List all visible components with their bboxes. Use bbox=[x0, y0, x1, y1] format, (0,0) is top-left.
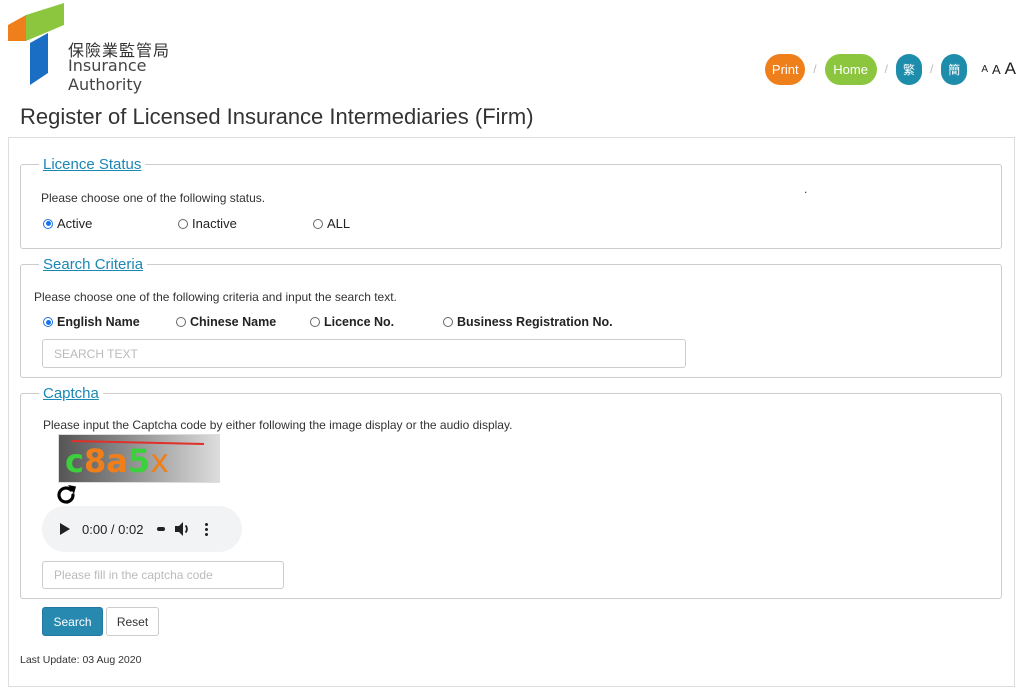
captcha-hint: Please input the Captcha code by either … bbox=[43, 418, 513, 432]
search-criteria-options: English Name Chinese Name Licence No. Bu… bbox=[43, 315, 613, 329]
font-size-large-button[interactable]: A bbox=[1005, 59, 1016, 79]
audio-time: 0:00 / 0:02 bbox=[82, 521, 144, 537]
radio-chinese-name[interactable]: Chinese Name bbox=[176, 315, 310, 329]
radio-english-name[interactable]: English Name bbox=[43, 315, 176, 329]
stray-dot: . bbox=[804, 182, 808, 196]
captcha-audio-player[interactable]: 0:00 / 0:02 bbox=[42, 506, 242, 552]
licence-status-hint: Please choose one of the following statu… bbox=[41, 191, 266, 205]
search-button[interactable]: Search bbox=[42, 607, 103, 636]
simplified-chinese-button[interactable]: 簡 bbox=[941, 53, 968, 85]
radio-label: Chinese Name bbox=[190, 315, 277, 329]
search-text-input[interactable]: SEARCH TEXT bbox=[42, 339, 686, 368]
radio-indicator[interactable] bbox=[310, 317, 320, 327]
last-update-text: Last Update: 03 Aug 2020 bbox=[20, 654, 142, 666]
search-criteria-hint: Please choose one of the following crite… bbox=[34, 290, 397, 304]
radio-label: Inactive bbox=[192, 216, 237, 231]
radio-indicator[interactable] bbox=[43, 218, 53, 229]
captcha-text: c8a5x bbox=[65, 442, 169, 480]
radio-label: Active bbox=[57, 216, 93, 231]
font-size-small-button[interactable]: A bbox=[981, 64, 988, 75]
search-criteria-legend[interactable]: Search Criteria bbox=[39, 256, 147, 273]
page-title: Register of Licensed Insurance Intermedi… bbox=[20, 104, 534, 129]
traditional-chinese-button[interactable]: 繁 bbox=[895, 53, 922, 85]
captcha-input[interactable]: Please fill in the captcha code bbox=[42, 561, 284, 589]
radio-indicator[interactable] bbox=[178, 218, 188, 229]
audio-progress-bar[interactable] bbox=[157, 527, 166, 531]
radio-active[interactable]: Active bbox=[43, 216, 178, 231]
radio-indicator[interactable] bbox=[313, 218, 323, 229]
font-size-medium-button[interactable]: A bbox=[992, 62, 1001, 77]
reset-button[interactable]: Reset bbox=[106, 607, 159, 636]
volume-icon[interactable] bbox=[175, 522, 191, 536]
page-header: 保險業監管局 Insurance Authority Print / Home … bbox=[0, 0, 1024, 95]
licence-status-options: Active Inactive ALL bbox=[43, 216, 350, 231]
radio-inactive[interactable]: Inactive bbox=[178, 216, 313, 231]
logo-english-name: Insurance Authority bbox=[68, 56, 147, 94]
licence-status-legend[interactable]: Licence Status bbox=[39, 156, 145, 173]
top-navigation: Print / Home / 繁 / 簡 A A A bbox=[765, 53, 1016, 85]
logo-mark-icon bbox=[8, 3, 64, 85]
captcha-refresh-icon[interactable] bbox=[54, 483, 78, 507]
radio-indicator[interactable] bbox=[176, 317, 186, 327]
nav-separator: / bbox=[929, 62, 934, 76]
radio-label: Licence No. bbox=[324, 315, 395, 329]
home-button[interactable]: Home bbox=[824, 53, 877, 85]
print-button[interactable]: Print bbox=[765, 53, 806, 85]
radio-business-registration-no[interactable]: Business Registration No. bbox=[443, 315, 613, 329]
radio-label: English Name bbox=[57, 315, 140, 329]
radio-licence-no[interactable]: Licence No. bbox=[310, 315, 443, 329]
nav-separator: / bbox=[813, 62, 817, 76]
radio-indicator[interactable] bbox=[43, 317, 53, 327]
play-icon[interactable] bbox=[60, 523, 70, 535]
radio-indicator[interactable] bbox=[443, 317, 453, 327]
more-options-icon[interactable] bbox=[205, 522, 209, 536]
radio-label: Business Registration No. bbox=[457, 315, 613, 329]
captcha-image: c8a5x bbox=[58, 434, 220, 483]
captcha-legend[interactable]: Captcha bbox=[39, 385, 103, 402]
radio-all[interactable]: ALL bbox=[313, 216, 350, 231]
insurance-authority-logo[interactable]: 保險業監管局 Insurance Authority bbox=[8, 3, 198, 94]
radio-label: ALL bbox=[327, 216, 351, 231]
nav-separator: / bbox=[884, 62, 888, 76]
